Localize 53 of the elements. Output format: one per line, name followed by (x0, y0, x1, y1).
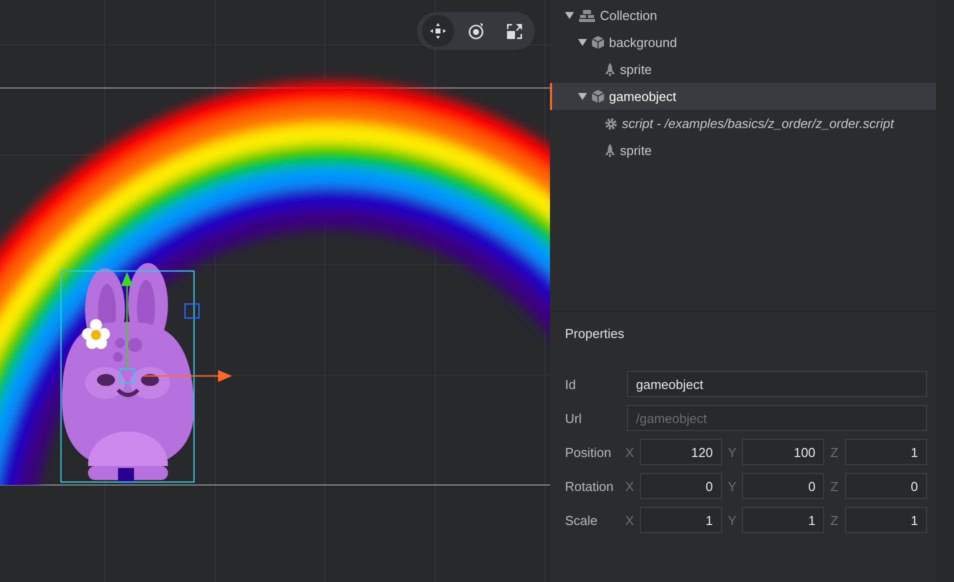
axis-label: Y (728, 478, 738, 494)
expanded-arrow-icon[interactable] (578, 93, 586, 100)
axis-label: X (625, 444, 635, 460)
outline-item[interactable]: sprite (550, 56, 936, 83)
item-label: script - /examples/basics/z_order/z_order.script (622, 116, 894, 131)
item-label: sprite (620, 143, 652, 158)
item-label: Collection (600, 8, 658, 23)
outline-item[interactable]: gameobject (550, 83, 936, 110)
rocket-icon (605, 144, 615, 157)
plane-handle[interactable] (184, 303, 200, 319)
move-tool-button[interactable] (422, 15, 454, 47)
rotate-icon (467, 22, 485, 40)
outline-item[interactable]: background (550, 29, 936, 56)
item-label: sprite (620, 62, 652, 77)
text-field[interactable]: /gameobject (627, 405, 927, 431)
axis-label: X (625, 512, 635, 528)
item-label: gameobject (609, 89, 676, 104)
text-field[interactable]: gameobject (627, 371, 927, 397)
stack-icon (579, 10, 595, 22)
expanded-arrow-icon[interactable] (564, 12, 574, 19)
move-icon (430, 23, 446, 39)
rocket-icon (605, 63, 615, 76)
gear-icon (605, 118, 617, 130)
number-field[interactable]: 1 (845, 507, 927, 533)
axis-label: Y (728, 444, 738, 460)
axis-label: Z (830, 478, 840, 494)
number-field[interactable]: 1 (845, 439, 927, 465)
property-label: Scale (565, 512, 599, 528)
number-field[interactable]: 100 (742, 439, 824, 465)
panel-title: Properties (565, 326, 626, 343)
axis-label: Y (728, 512, 738, 528)
expanded-arrow-icon[interactable] (578, 39, 586, 46)
number-field[interactable]: 120 (640, 439, 722, 465)
number-field[interactable]: 1 (742, 507, 824, 533)
item-label: background (609, 35, 677, 50)
cube-icon (592, 36, 604, 49)
outline-item[interactable]: script - /examples/basics/z_order/z_order.script (550, 110, 936, 137)
axis-label: Z (830, 444, 840, 460)
cube-icon (592, 90, 604, 103)
number-field[interactable]: 0 (640, 473, 722, 499)
outline-item[interactable]: Collection (550, 2, 936, 29)
center-handle[interactable] (119, 368, 135, 384)
scale-icon (506, 22, 522, 40)
outline-item[interactable]: sprite (550, 137, 936, 164)
axis-label: X (625, 478, 635, 494)
number-field[interactable]: 0 (742, 473, 824, 499)
property-label: Id (565, 376, 577, 392)
property-label: Url (565, 410, 583, 426)
number-field[interactable]: 0 (845, 473, 927, 499)
property-label: Position (565, 444, 612, 460)
axis-label: Z (830, 512, 840, 528)
number-field[interactable]: 1 (640, 507, 722, 533)
property-label: Rotation (565, 478, 614, 494)
